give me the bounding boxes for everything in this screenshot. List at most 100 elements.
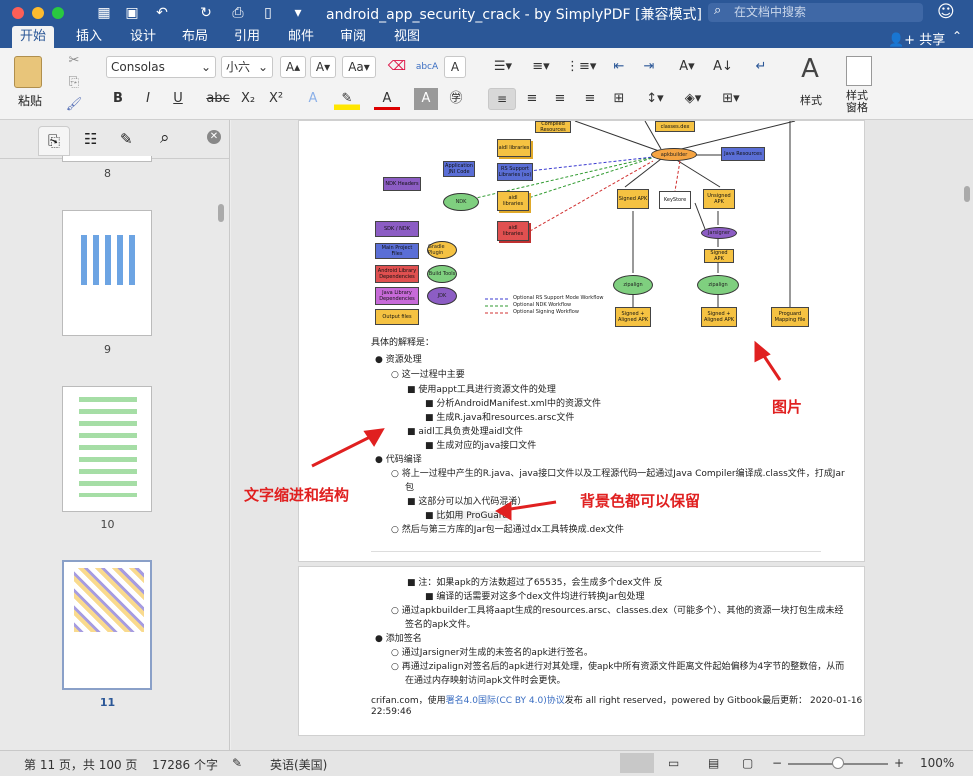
new-doc-icon[interactable]: ▯	[258, 4, 278, 22]
diagram-box: aidl libraries	[497, 191, 529, 211]
sort-icon[interactable]: A↓	[710, 56, 736, 78]
styles-icon[interactable]: A	[792, 54, 828, 88]
outline-tab-icon[interactable]: ☷	[84, 130, 97, 148]
diagram-box: Signed APK	[704, 249, 734, 263]
page-thumbnail-11[interactable]	[62, 560, 152, 690]
customize-icon[interactable]: ▾	[288, 4, 308, 22]
print-icon[interactable]: ⎙	[228, 4, 248, 22]
change-case-button[interactable]: Aa▾	[342, 56, 376, 78]
chevron-down-icon: ⌄	[257, 60, 268, 74]
styles-pane-icon[interactable]	[846, 56, 872, 86]
minimize-window-button[interactable]	[32, 7, 44, 19]
save-icon[interactable]: ▣	[122, 4, 142, 22]
text-direction-icon[interactable]: A▾	[672, 56, 702, 78]
char-border-button[interactable]: A	[444, 56, 466, 78]
zoom-in-icon[interactable]: +	[894, 756, 904, 770]
zoom-out-icon[interactable]: −	[772, 756, 782, 770]
show-marks-icon[interactable]: ↵	[748, 56, 774, 78]
enclose-char-icon[interactable]: ㊫	[444, 88, 468, 110]
cut-icon[interactable]: ✂	[64, 50, 84, 72]
language-label[interactable]: 英语(美国)	[270, 756, 327, 773]
footer-text: 发布 all right reserved，powered by Gitbook…	[564, 696, 863, 706]
status-bar: 第 11 页，共 100 页 17286 个字 ✎ 英语(美国) ▭ ▤ ▢ −…	[0, 750, 973, 776]
diagram-box: KeyStore	[659, 191, 691, 209]
bullets-icon[interactable]: ☰▾	[488, 56, 518, 78]
align-center-icon[interactable]: ≡	[518, 88, 546, 110]
tab-view[interactable]: 视图	[386, 26, 428, 48]
numbering-icon[interactable]: ≡▾	[526, 56, 556, 78]
font-name-value: Consolas	[111, 60, 165, 74]
search-input[interactable]: 在文档中搜索	[708, 3, 923, 22]
tab-home[interactable]: 开始	[12, 26, 55, 48]
print-layout-view-icon[interactable]	[620, 753, 654, 773]
zoom-window-button[interactable]	[52, 7, 64, 19]
edit-notes-icon[interactable]: ✎	[120, 130, 133, 148]
align-left-button[interactable]: ≡	[488, 88, 516, 110]
char-shading-icon[interactable]: A	[414, 88, 438, 110]
tab-references[interactable]: 引用	[226, 26, 268, 48]
bold-button[interactable]: B	[106, 88, 130, 110]
outline-view-icon[interactable]: ▤	[708, 756, 719, 770]
pane-scrollbar[interactable]	[218, 204, 224, 222]
tab-design[interactable]: 设计	[122, 26, 164, 48]
diagram-box: Signed + Aligned APK	[615, 307, 651, 327]
underline-button[interactable]: U	[166, 88, 190, 110]
tab-layout[interactable]: 布局	[174, 26, 216, 48]
ribbon-tab-bar: 开始 插入 设计 布局 引用 邮件 审阅 视图 👤+ 共享 ⌃	[0, 26, 973, 48]
strikethrough-button[interactable]: abc	[204, 88, 232, 110]
thumbnails-tab-icon[interactable]: ⎘	[38, 126, 70, 156]
page-divider	[371, 551, 821, 552]
superscript-button[interactable]: X²	[264, 88, 288, 110]
font-size-select[interactable]: 小六 ⌄	[221, 56, 273, 78]
text-effects-icon[interactable]: A	[300, 88, 326, 110]
borders-icon[interactable]: ⊞▾	[716, 88, 746, 110]
license-link[interactable]: 署名4.0国际(CC BY 4.0)协议	[446, 696, 565, 706]
zoom-level[interactable]: 100%	[920, 756, 954, 770]
close-window-button[interactable]	[12, 7, 24, 19]
multilevel-list-icon[interactable]: ⋮≡▾	[566, 56, 596, 78]
font-color-icon[interactable]: A	[374, 88, 400, 110]
shrink-font-button[interactable]: A▾	[310, 56, 336, 78]
decrease-indent-icon[interactable]: ⇤	[606, 56, 632, 78]
paste-icon[interactable]	[14, 56, 42, 88]
tab-review[interactable]: 审阅	[332, 26, 374, 48]
zoom-slider-thumb[interactable]	[832, 757, 844, 769]
increase-indent-icon[interactable]: ⇥	[636, 56, 662, 78]
collapse-ribbon-icon[interactable]: ⌃	[952, 29, 962, 43]
sidebar-toggle-icon[interactable]: ▦	[94, 4, 114, 22]
phonetic-guide-icon[interactable]: abcA	[414, 56, 440, 78]
close-pane-icon[interactable]: ✕	[207, 130, 221, 144]
shading-icon[interactable]: ◈▾	[678, 88, 708, 110]
clear-formatting-icon[interactable]: ⌫	[384, 56, 410, 78]
align-right-icon[interactable]: ≡	[546, 88, 574, 110]
subscript-button[interactable]: X₂	[236, 88, 260, 110]
italic-button[interactable]: I	[136, 88, 160, 110]
web-layout-view-icon[interactable]: ▭	[668, 756, 679, 770]
undo-icon[interactable]: ↶	[152, 4, 172, 22]
proofing-icon[interactable]: ✎	[232, 756, 242, 770]
page-count[interactable]: 第 11 页，共 100 页	[24, 756, 137, 773]
search-pane-icon[interactable]: ⌕	[160, 128, 170, 148]
document-scrollbar[interactable]	[964, 186, 970, 202]
share-button[interactable]: 👤+ 共享	[888, 29, 945, 48]
redo-icon[interactable]: ↻	[196, 4, 216, 22]
highlight-icon[interactable]: ✎	[334, 88, 360, 110]
grow-font-button[interactable]: A▴	[280, 56, 306, 78]
smiley-feedback-icon[interactable]: ☺	[937, 2, 955, 22]
list-item: 再通过zipalign对签名后的apk进行对其处理，使apk中所有资源文件距离文…	[401, 662, 845, 672]
justify-icon[interactable]: ≡	[576, 88, 604, 110]
list-item: 添加签名	[385, 634, 422, 644]
page-thumbnail-9[interactable]	[62, 210, 152, 336]
tab-insert[interactable]: 插入	[68, 26, 110, 48]
format-painter-icon[interactable]: 🖌	[64, 94, 84, 116]
tab-mailings[interactable]: 邮件	[280, 26, 322, 48]
copy-icon[interactable]: ⎘	[64, 72, 84, 94]
line-spacing-icon[interactable]: ↕▾	[640, 88, 670, 110]
word-count[interactable]: 17286 个字	[152, 756, 218, 773]
page-thumbnail-10[interactable]	[62, 386, 152, 512]
page-thumbnail-8[interactable]	[62, 156, 152, 162]
distributed-icon[interactable]: ⊞	[606, 88, 632, 110]
font-name-select[interactable]: Consolas ⌄	[106, 56, 216, 78]
focus-view-icon[interactable]: ▢	[742, 756, 753, 770]
diagram-box: Output files	[375, 309, 419, 325]
